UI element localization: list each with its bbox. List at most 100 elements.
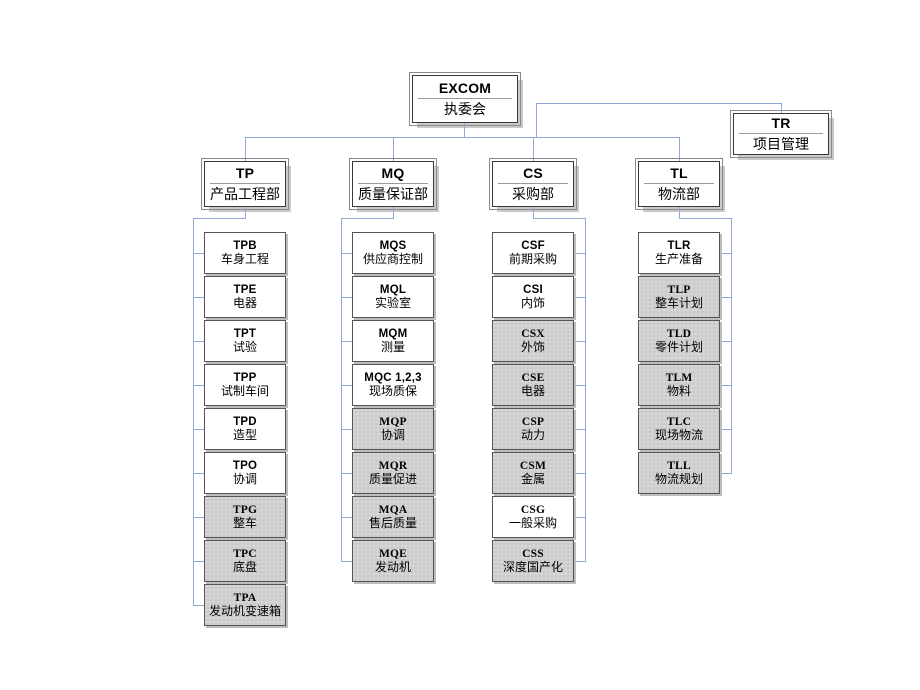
- leaf-stub: [574, 385, 586, 386]
- node-code: TPE: [233, 284, 257, 297]
- node-tpc[interactable]: TPC 底盘: [204, 540, 286, 582]
- division-elbow: [193, 218, 246, 219]
- node-tld[interactable]: TLD 零件计划: [638, 320, 720, 362]
- node-code: TP: [235, 165, 255, 182]
- node-mqa[interactable]: MQA 售后质量: [352, 496, 434, 538]
- leaf-stub: [341, 385, 352, 386]
- leaf-stub: [341, 561, 352, 562]
- node-name: 车身工程: [220, 252, 269, 267]
- node-mqp[interactable]: MQP 协调: [352, 408, 434, 450]
- node-tlc[interactable]: TLC 现场物流: [638, 408, 720, 450]
- node-name: 零件计划: [654, 340, 703, 355]
- node-css[interactable]: CSS 深度国产化: [492, 540, 574, 582]
- division-riser: [533, 137, 534, 161]
- division-riser: [245, 137, 246, 161]
- leaf-stub: [341, 429, 352, 430]
- node-name: 金属: [520, 472, 545, 487]
- node-name: 试制车间: [220, 384, 269, 399]
- node-code: TPG: [232, 504, 258, 517]
- division-stem: [679, 207, 680, 218]
- leaf-stub: [574, 297, 586, 298]
- node-code: TPT: [233, 328, 257, 341]
- node-tpa[interactable]: TPA 发动机变速箱: [204, 584, 286, 626]
- node-csp[interactable]: CSP 动力: [492, 408, 574, 450]
- node-code: TPO: [232, 460, 258, 473]
- node-csf[interactable]: CSF 前期采购: [492, 232, 574, 274]
- node-tpe[interactable]: TPE 电器: [204, 276, 286, 318]
- leaf-stub: [193, 385, 204, 386]
- node-name: 实验室: [374, 296, 411, 311]
- node-tl[interactable]: TL 物流部: [635, 158, 723, 210]
- node-mqe[interactable]: MQE 发动机: [352, 540, 434, 582]
- node-code: TLD: [666, 328, 692, 341]
- node-tpp[interactable]: TPP 试制车间: [204, 364, 286, 406]
- node-mqs[interactable]: MQS 供应商控制: [352, 232, 434, 274]
- leaf-stub: [341, 517, 352, 518]
- leaf-stub: [720, 253, 732, 254]
- node-csx[interactable]: CSX 外饰: [492, 320, 574, 362]
- node-code: TLC: [666, 416, 692, 429]
- node-name: 物料: [666, 384, 691, 399]
- node-code: MQM: [378, 328, 408, 341]
- node-tlp[interactable]: TLP 整车计划: [638, 276, 720, 318]
- node-tpd[interactable]: TPD 造型: [204, 408, 286, 450]
- node-name: 动力: [520, 428, 545, 443]
- node-name: 试验: [232, 340, 257, 355]
- leaf-stub: [193, 605, 204, 606]
- node-tpb[interactable]: TPB 车身工程: [204, 232, 286, 274]
- node-code: MQR: [378, 460, 408, 473]
- node-name: 执委会: [444, 101, 486, 117]
- leaf-stub: [574, 517, 586, 518]
- division-spine: [585, 218, 586, 561]
- leaf-stub: [574, 253, 586, 254]
- node-name: 现场质保: [368, 384, 417, 399]
- node-csi[interactable]: CSI 内饰: [492, 276, 574, 318]
- node-code: MQ: [381, 165, 405, 182]
- leaf-stub: [720, 297, 732, 298]
- node-mqm[interactable]: MQM 测量: [352, 320, 434, 362]
- node-code: MQA: [378, 504, 408, 517]
- node-tpt[interactable]: TPT 试验: [204, 320, 286, 362]
- node-tll[interactable]: TLL 物流规划: [638, 452, 720, 494]
- node-name: 物流规划: [654, 472, 703, 487]
- tr-branch-drop: [781, 103, 782, 113]
- node-name: 现场物流: [654, 428, 703, 443]
- node-tpg[interactable]: TPG 整车: [204, 496, 286, 538]
- node-name: 产品工程部: [210, 186, 280, 202]
- leaf-stub: [720, 429, 732, 430]
- node-csg[interactable]: CSG 一般采购: [492, 496, 574, 538]
- node-name: 电器: [520, 384, 545, 399]
- node-name: 质量促进: [368, 472, 417, 487]
- node-name: 测量: [380, 340, 405, 355]
- node-cse[interactable]: CSE 电器: [492, 364, 574, 406]
- node-name: 协调: [380, 428, 405, 443]
- node-tlr[interactable]: TLR 生产准备: [638, 232, 720, 274]
- node-name: 内饰: [520, 296, 545, 311]
- node-tr[interactable]: TR 项目管理: [730, 110, 832, 158]
- node-cs[interactable]: CS 采购部: [489, 158, 577, 210]
- node-mqr[interactable]: MQR 质量促进: [352, 452, 434, 494]
- node-name: 电器: [232, 296, 257, 311]
- node-tlm[interactable]: TLM 物料: [638, 364, 720, 406]
- node-mq[interactable]: MQ 质量保证部: [349, 158, 437, 210]
- node-code: CSI: [523, 284, 543, 297]
- node-code: CSF: [521, 240, 545, 253]
- node-tpo[interactable]: TPO 协调: [204, 452, 286, 494]
- node-mql[interactable]: MQL 实验室: [352, 276, 434, 318]
- node-excom[interactable]: EXCOM 执委会: [409, 72, 521, 126]
- leaf-stub: [193, 253, 204, 254]
- node-code: MQL: [379, 284, 407, 297]
- leaf-stub: [341, 297, 352, 298]
- node-code: TLR: [667, 240, 691, 253]
- node-csm[interactable]: CSM 金属: [492, 452, 574, 494]
- node-mqc-1-2-3[interactable]: MQC 1,2,3 现场质保: [352, 364, 434, 406]
- node-code: CSX: [521, 328, 545, 341]
- leaf-stub: [720, 473, 732, 474]
- node-code: TPP: [233, 372, 257, 385]
- tr-branch-riser: [536, 103, 537, 137]
- division-riser: [679, 137, 680, 161]
- leaf-stub: [574, 473, 586, 474]
- node-tp[interactable]: TP 产品工程部: [201, 158, 289, 210]
- node-code: CSP: [521, 416, 545, 429]
- division-elbow: [533, 218, 586, 219]
